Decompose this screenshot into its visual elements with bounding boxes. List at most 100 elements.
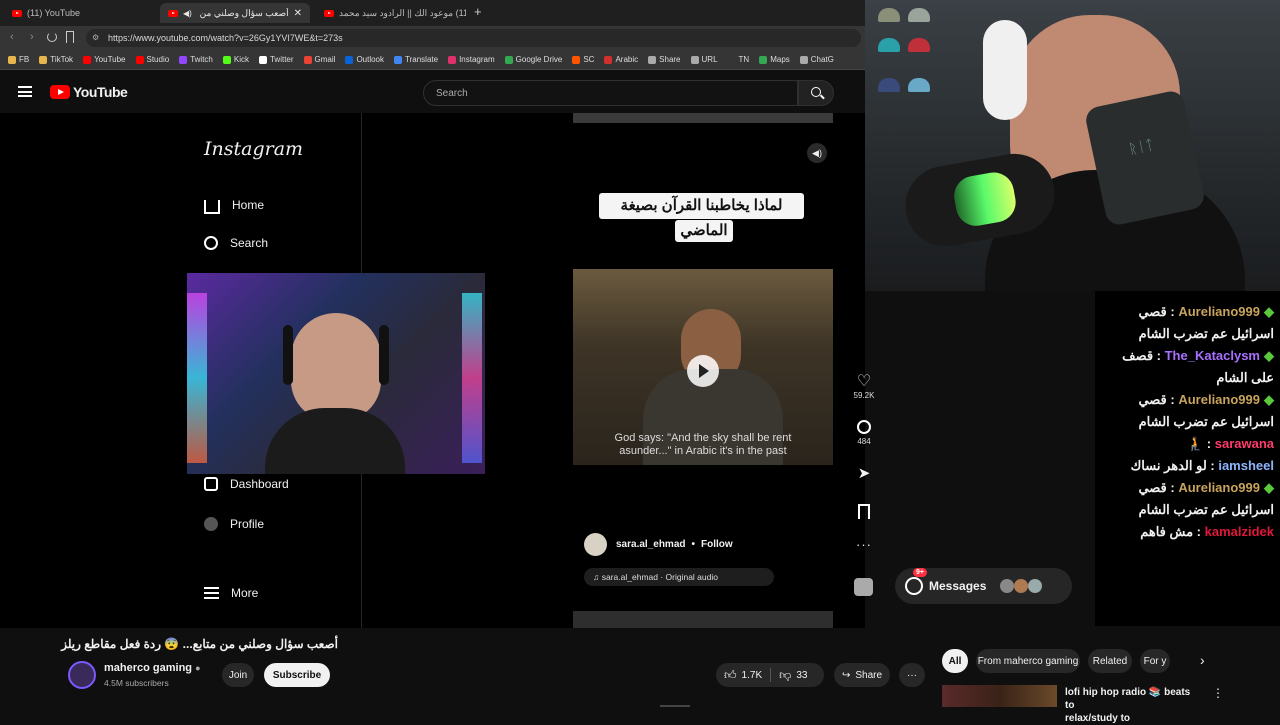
bookmark-tn[interactable]: TN	[727, 55, 749, 64]
bookmark-label: Twitter	[269, 55, 294, 64]
bookmark-instagram[interactable]: Instagram	[448, 55, 495, 64]
chat-username[interactable]: sarawana	[1215, 436, 1274, 451]
chat-badge-icon: ◆	[1264, 392, 1274, 407]
comment-icon[interactable]	[857, 420, 871, 434]
scroll-handle[interactable]	[660, 705, 690, 707]
bookmark-chatg[interactable]: ChatG	[799, 55, 834, 64]
chevron-right-icon[interactable]: ›	[1200, 652, 1205, 668]
filter-chip[interactable]: All	[942, 649, 968, 673]
bookmark-twitch[interactable]: Twitch	[179, 55, 213, 64]
forward-arrow-icon[interactable]: ›	[30, 31, 34, 43]
filter-chip[interactable]: From maherco gaming	[976, 649, 1080, 673]
youtube-favicon-icon	[168, 9, 178, 17]
thumbs-up-icon[interactable]: 👍︎	[724, 668, 737, 683]
messages-button[interactable]: 9+ Messages	[895, 568, 1072, 604]
bookmark-twitter[interactable]: Twitter	[258, 55, 294, 64]
like-count[interactable]: 1.7K	[742, 670, 763, 681]
ig-nav-dashboard[interactable]: Dashboard	[204, 477, 289, 491]
chat-badge-icon: ◆	[1264, 480, 1274, 495]
bookmark-icon[interactable]	[66, 31, 74, 43]
chat-username[interactable]: iamsheel	[1218, 458, 1274, 473]
filter-chip[interactable]: Related	[1088, 649, 1132, 673]
share-icon[interactable]: ➤	[846, 464, 882, 482]
search-input[interactable]: Search	[423, 80, 798, 106]
url-field[interactable]: ⚙ https://www.youtube.com/watch?v=26Gy1Y…	[86, 29, 861, 47]
youtube-favicon-icon	[12, 9, 22, 17]
bookmark-share[interactable]: Share	[648, 55, 681, 64]
bookmark-favicon-icon	[394, 55, 403, 64]
bookmark-label: Kick	[233, 55, 249, 64]
save-icon[interactable]	[858, 504, 870, 519]
video-player[interactable]: Instagram Home Search Dashboard Profile …	[0, 113, 1072, 628]
inset-webcam	[187, 273, 485, 474]
reel-card[interactable]: ◀) لماذا يخاطبنا القرآن بصيغة الماضي God…	[573, 123, 833, 523]
bookmark-sc[interactable]: SC	[572, 55, 594, 64]
heart-icon[interactable]: ♡	[846, 373, 882, 391]
bookmark-maps[interactable]: Maps	[759, 55, 790, 64]
browser-tab-active-video[interactable]: ◀) أصعب سؤال وصلني من (11) ✕	[160, 3, 310, 23]
dislike-count[interactable]: 33	[796, 670, 807, 681]
channel-name[interactable]: maherco gaming ●	[104, 662, 201, 674]
person-shoulders	[265, 408, 405, 474]
chat-username[interactable]: Aureliano999	[1178, 304, 1260, 319]
chat-username[interactable]: The_Kataclysm	[1165, 348, 1260, 363]
more-vert-icon[interactable]: ⋮	[1212, 686, 1224, 700]
browser-tab-youtube-home[interactable]: (11) YouTube	[4, 3, 154, 23]
close-tab-icon[interactable]: ✕	[294, 8, 302, 19]
verified-icon: ●	[195, 663, 201, 673]
ig-nav-home[interactable]: Home	[204, 196, 264, 214]
bookmark-youtube[interactable]: YouTube	[83, 55, 126, 64]
subscribe-button[interactable]: Subscribe	[264, 663, 330, 687]
bookmark-favicon-icon	[8, 55, 16, 64]
share-button[interactable]: ↪ Share	[834, 663, 890, 687]
reel-like-action[interactable]: ♡ 59.2K	[846, 373, 882, 400]
reel-audio-chip[interactable]: ♫ sara.al_ehmad · Original audio	[584, 568, 774, 586]
chat-message: ◆ Aureliano999 : قصي اسرائيل عم تضرب الشام	[1099, 477, 1274, 521]
join-button[interactable]: Join	[222, 663, 254, 687]
bookmark-google-drive[interactable]: Google Drive	[504, 55, 562, 64]
headphones-icon	[983, 20, 1027, 120]
youtube-logo[interactable]: YouTube	[50, 84, 128, 100]
avatar[interactable]	[68, 661, 96, 689]
person-face	[291, 313, 381, 421]
thumbs-down-icon[interactable]: 👎︎	[779, 668, 791, 683]
chat-username[interactable]: Aureliano999	[1178, 392, 1260, 407]
play-icon[interactable]	[687, 355, 719, 387]
search-button[interactable]	[798, 80, 834, 106]
bookmark-kick[interactable]: Kick	[222, 55, 249, 64]
bookmark-url[interactable]: URL	[690, 55, 718, 64]
audio-thumbnail[interactable]	[854, 578, 873, 596]
bookmark-translate[interactable]: Translate	[394, 55, 438, 64]
more-options-icon[interactable]: ···	[846, 537, 882, 552]
follow-button[interactable]: Follow	[701, 539, 733, 550]
chat-username[interactable]: kamalzidek	[1205, 524, 1274, 539]
new-tab-button[interactable]: +	[474, 4, 482, 19]
bookmark-arabic[interactable]: Arabic	[604, 55, 638, 64]
bookmark-studio[interactable]: Studio	[135, 55, 169, 64]
suggested-video-title[interactable]: lofi hip hop radio 📚 beats to relax/stud…	[1065, 686, 1195, 725]
ig-nav-more[interactable]: More	[204, 586, 258, 600]
ig-nav-search[interactable]: Search	[204, 236, 268, 250]
suggested-video-thumbnail[interactable]	[942, 685, 1057, 707]
browser-tab-other[interactable]: (11) موعود الك || الرادود سيد محمد	[316, 3, 466, 23]
reel-author[interactable]: sara.al_ehmad	[616, 539, 686, 550]
speaker-icon[interactable]: ◀)	[807, 143, 827, 163]
site-info-icon[interactable]: ⚙	[92, 33, 99, 42]
hamburger-menu-icon[interactable]	[18, 86, 32, 97]
reel-video-frame[interactable]: God says: "And the sky shall be rent asu…	[573, 269, 833, 465]
ig-nav-profile[interactable]: Profile	[204, 517, 264, 531]
bookmark-favicon-icon	[179, 55, 188, 64]
avatar	[1014, 579, 1029, 593]
bookmark-fb[interactable]: FB	[8, 55, 29, 64]
bookmark-outlook[interactable]: Outlook	[345, 55, 384, 64]
avatar[interactable]	[584, 533, 607, 556]
bookmark-tiktok[interactable]: TikTok	[39, 55, 73, 64]
chat-username[interactable]: Aureliano999	[1178, 480, 1260, 495]
back-arrow-icon[interactable]: ‹	[10, 31, 14, 43]
bookmark-favicon-icon	[648, 55, 657, 64]
more-actions-button[interactable]: ···	[899, 663, 925, 687]
reload-icon[interactable]	[47, 32, 57, 42]
bookmark-gmail[interactable]: Gmail	[303, 55, 335, 64]
reel-comment-action[interactable]: 484	[846, 420, 882, 446]
filter-chip[interactable]: For y	[1140, 649, 1170, 673]
